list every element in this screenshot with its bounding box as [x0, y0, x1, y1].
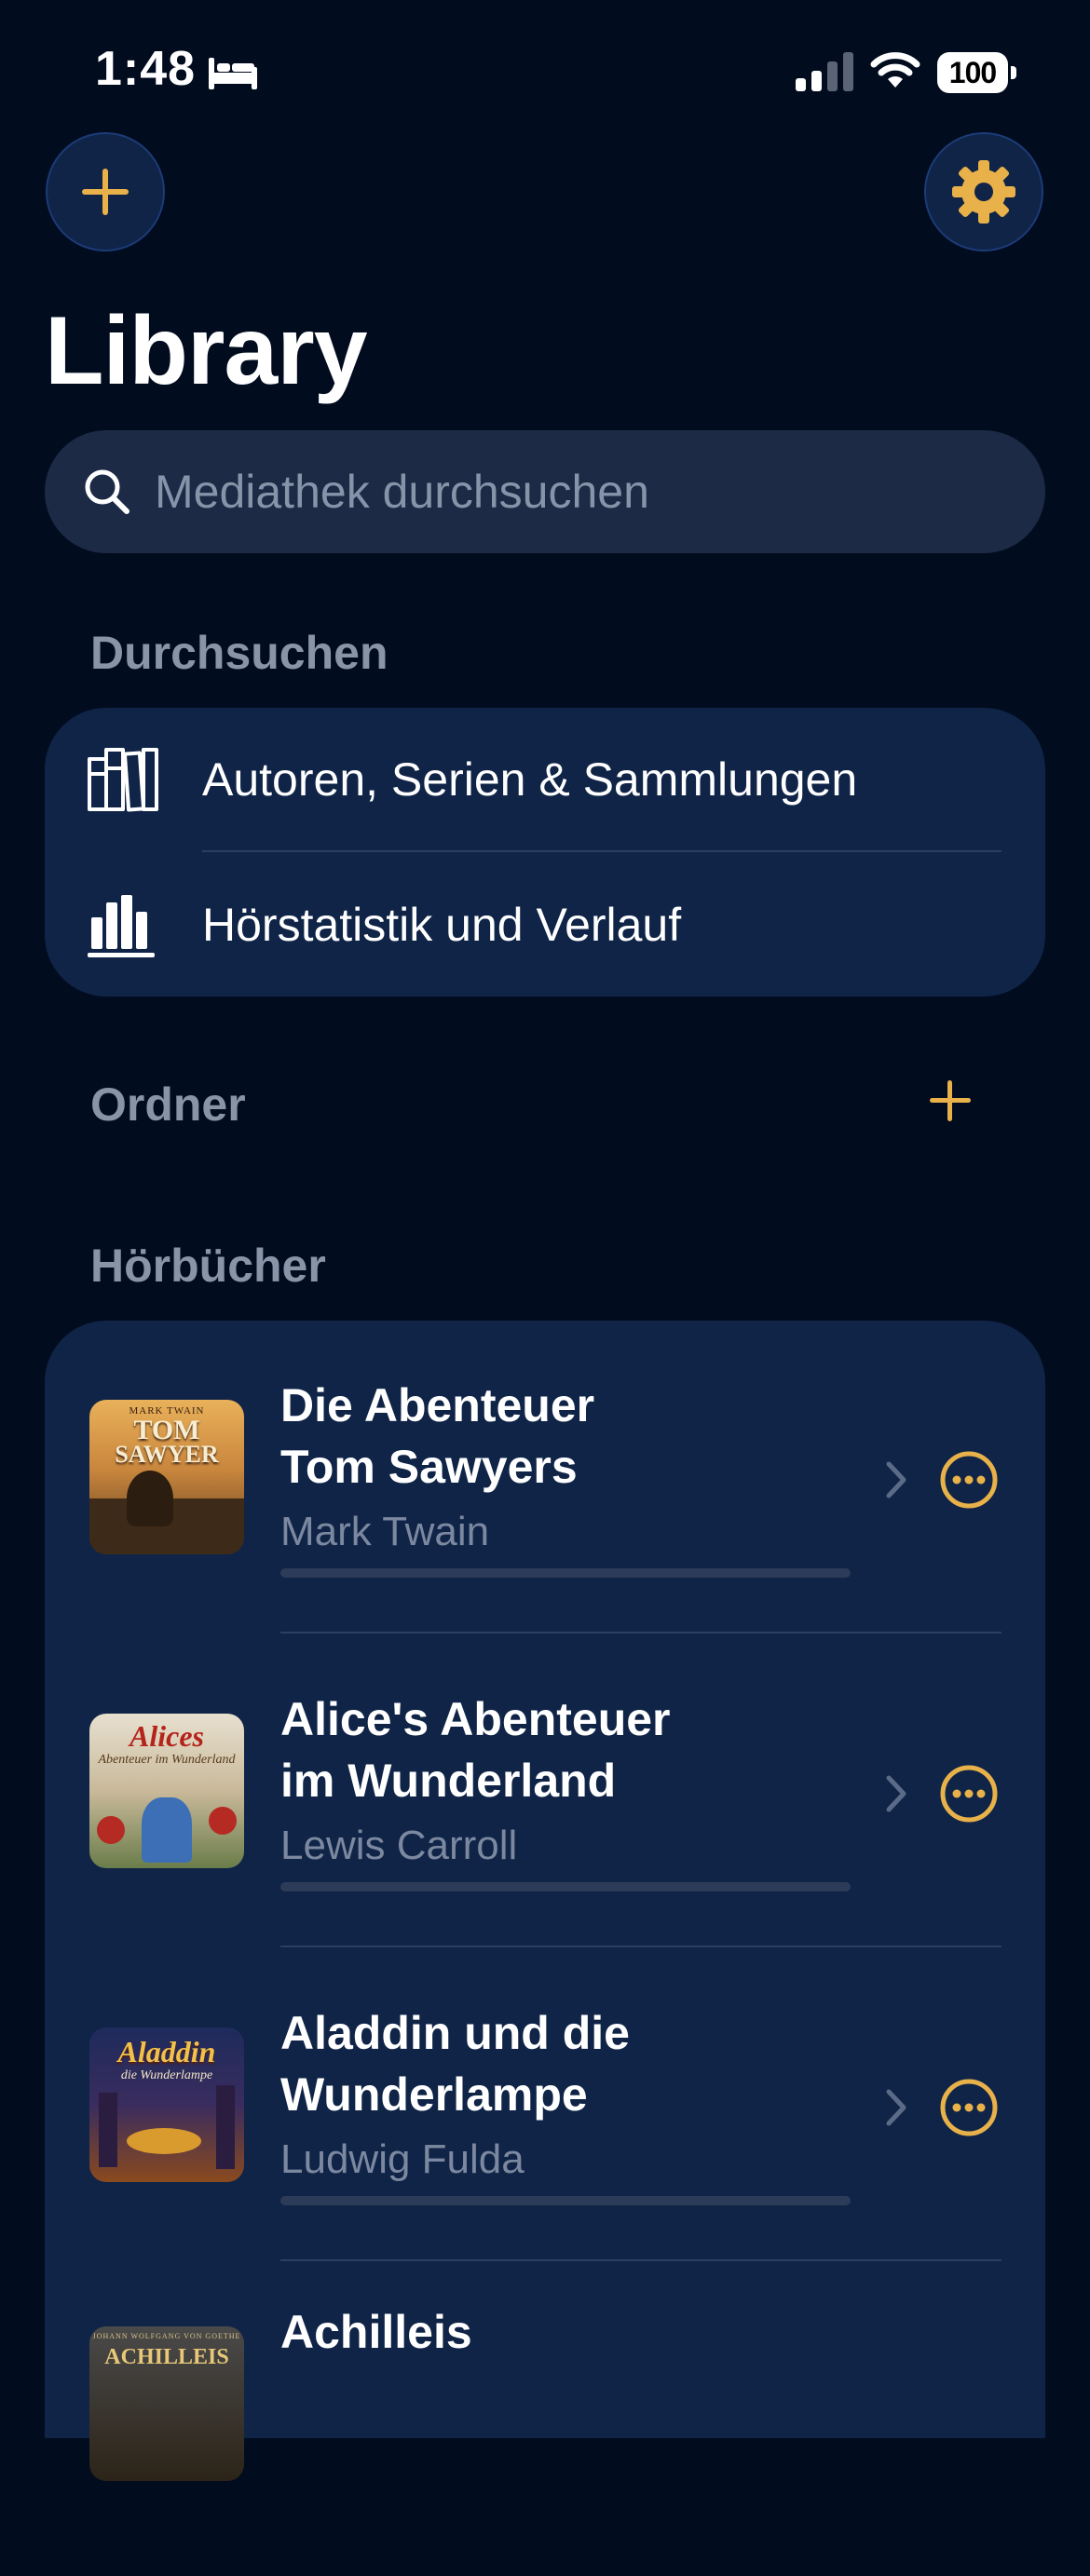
book-title-line1: Achilleis [280, 2306, 472, 2358]
wifi-icon [870, 52, 920, 88]
progress-bar [280, 1882, 851, 1891]
divider [280, 1946, 1001, 1947]
audiobook-item[interactable]: JOHANN WOLFGANG VON GOETHE ACHILLEIS Ach… [45, 2262, 1045, 2576]
book-author: Mark Twain [280, 1509, 490, 1554]
book-title-line2: Tom Sawyers [280, 1441, 578, 1493]
bar-chart-icon [88, 895, 155, 957]
search-input[interactable] [153, 464, 995, 520]
add-button[interactable] [46, 132, 165, 251]
plus-icon [82, 169, 129, 215]
audiobook-item[interactable]: Alices Abenteuer im Wunderland Alice's A… [45, 1634, 1045, 1948]
progress-bar [280, 1568, 851, 1578]
book-cover: Alices Abenteuer im Wunderland [89, 1714, 244, 1868]
page-title: Library [45, 297, 368, 405]
book-title-line2: im Wunderland [280, 1755, 617, 1807]
divider [280, 2259, 1001, 2261]
book-author: Ludwig Fulda [280, 2136, 525, 2182]
audiobook-item[interactable]: MARK TWAIN TOM SAWYER Die Abenteuer Tom … [45, 1321, 1045, 1634]
browse-item-authors-series-collections[interactable]: Autoren, Serien & Sammlungen [45, 708, 1045, 851]
status-time: 1:48 [95, 42, 197, 96]
audiobook-item[interactable]: Aladdin die Wunderlampe Aladdin und die … [45, 1948, 1045, 2262]
browse-section-title: Durchsuchen [90, 627, 388, 679]
folders-section-title: Ordner [90, 1078, 246, 1131]
book-title-line1: Aladdin und die [280, 2007, 630, 2059]
battery-indicator: 100 [937, 52, 1017, 93]
add-folder-button[interactable] [928, 1078, 973, 1123]
browse-item-label: Autoren, Serien & Sammlungen [202, 753, 858, 806]
book-cover: JOHANN WOLFGANG VON GOETHE ACHILLEIS [89, 2326, 244, 2481]
cellular-signal-icon [796, 52, 853, 91]
bed-icon [209, 58, 257, 89]
book-cover: Aladdin die Wunderlampe [89, 2027, 244, 2182]
book-cover: MARK TWAIN TOM SAWYER [89, 1400, 244, 1554]
divider [202, 850, 1001, 852]
book-title-line1: Alice's Abenteuer [280, 1693, 671, 1745]
gear-icon [952, 160, 1015, 224]
more-options-icon[interactable] [939, 1764, 999, 1824]
search-bar[interactable] [45, 430, 1045, 553]
book-title-line1: Die Abenteuer [280, 1379, 595, 1431]
chevron-right-icon [886, 2089, 906, 2126]
book-title-line2: Wunderlampe [280, 2068, 588, 2121]
chevron-right-icon [886, 1775, 906, 1812]
browse-item-listening-stats[interactable]: Hörstatistik und Verlauf [45, 853, 1045, 997]
audiobooks-list: MARK TWAIN TOM SAWYER Die Abenteuer Tom … [45, 1321, 1045, 2481]
divider [280, 1632, 1001, 1634]
more-options-icon[interactable] [939, 1450, 999, 1510]
browse-item-label: Hörstatistik und Verlauf [202, 899, 682, 951]
search-icon [85, 469, 129, 514]
battery-level: 100 [937, 52, 1008, 93]
chevron-right-icon [886, 1461, 906, 1498]
bookshelf-icon [88, 748, 158, 812]
status-bar: 1:48 100 [0, 0, 1090, 140]
progress-bar [280, 2196, 851, 2205]
audiobooks-section-title: Hörbücher [90, 1240, 326, 1292]
settings-button[interactable] [924, 132, 1043, 251]
browse-card: Autoren, Serien & Sammlungen Hörstatisti… [45, 708, 1045, 997]
more-options-icon[interactable] [939, 2078, 999, 2137]
book-author: Lewis Carroll [280, 1823, 518, 1868]
